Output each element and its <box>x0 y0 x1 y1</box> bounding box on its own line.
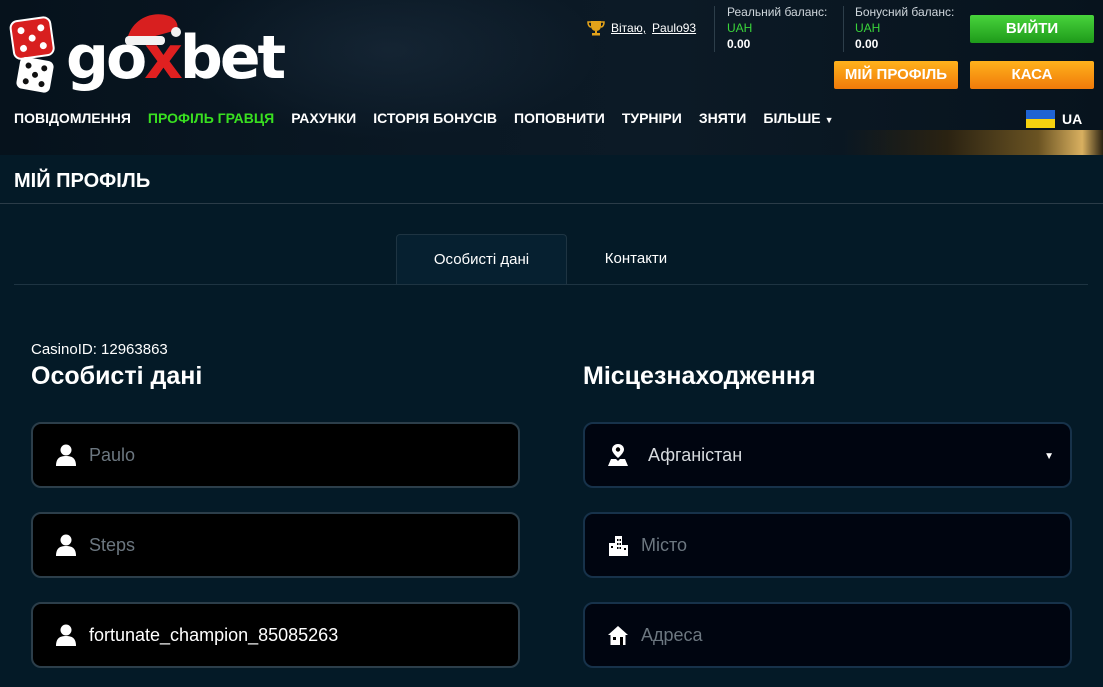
city-field[interactable] <box>583 512 1072 578</box>
dice-icon <box>9 16 55 93</box>
page-title: МІЙ ПРОФІЛЬ <box>14 170 151 192</box>
site-header: goxbet Вітаю, Paulo93 Реальний баланс: U… <box>0 0 1103 155</box>
language-selector[interactable]: UA <box>1026 110 1082 128</box>
trophy-icon[interactable] <box>587 20 605 36</box>
location-title: Місцезнаходження <box>583 362 816 390</box>
last-name-input[interactable] <box>89 528 489 562</box>
nav-item-tournaments[interactable]: ТУРНІРИ <box>622 110 682 126</box>
nav-item-player-profile[interactable]: ПРОФІЛЬ ГРАВЦЯ <box>148 110 274 126</box>
nav-item-accounts[interactable]: РАХУНКИ <box>291 110 356 126</box>
language-code: UA <box>1062 111 1083 127</box>
user-icon <box>56 534 76 556</box>
logout-button[interactable]: ВИЙТИ <box>970 15 1094 43</box>
user-icon <box>56 624 76 646</box>
username-link[interactable]: Paulo93 <box>652 21 696 35</box>
nav-item-deposit[interactable]: ПОПОВНИТИ <box>514 110 605 126</box>
real-balance-label: Реальний баланс: <box>727 5 828 19</box>
first-name-input[interactable] <box>89 438 489 472</box>
nav-item-more[interactable]: БІЛЬШЕ ▼ <box>763 110 833 126</box>
my-profile-button[interactable]: МІЙ ПРОФІЛЬ <box>834 61 958 89</box>
house-icon <box>608 626 628 645</box>
real-balance: Реальний баланс: UAH 0.00 <box>727 4 827 52</box>
santa-hat-icon <box>125 14 181 45</box>
site-logo[interactable]: goxbet <box>8 10 308 95</box>
country-value: Афганістан <box>648 445 743 465</box>
bonus-balance-label: Бонусний баланс: <box>855 5 955 19</box>
greeting-link[interactable]: Вітаю, <box>611 21 646 35</box>
city-buildings-icon <box>609 536 628 556</box>
address-field[interactable] <box>583 602 1072 668</box>
real-balance-value: 0.00 <box>727 37 751 51</box>
map-pin-icon <box>608 444 628 466</box>
address-input[interactable] <box>641 618 1041 652</box>
nickname-input[interactable] <box>89 618 489 652</box>
personal-data-title: Особисті дані <box>31 362 203 390</box>
divider <box>714 6 715 52</box>
nav-item-bonus-history[interactable]: ІСТОРІЯ БОНУСІВ <box>373 110 497 126</box>
header-glow-decoration <box>843 130 1103 155</box>
cashier-button[interactable]: КАСА <box>970 61 1094 89</box>
divider <box>843 6 844 52</box>
nav-item-withdraw[interactable]: ЗНЯТИ <box>699 110 747 126</box>
caret-down-icon: ▼ <box>824 115 834 125</box>
real-balance-currency: UAH <box>727 21 753 35</box>
main-nav: ПОВІДОМЛЕННЯ ПРОФІЛЬ ГРАВЦЯ РАХУНКИ ІСТО… <box>14 110 834 126</box>
casino-id: CasinoID: 12963863 <box>31 341 168 358</box>
tab-contacts[interactable]: Контакти <box>567 234 705 285</box>
tabs-divider <box>14 284 1088 285</box>
first-name-field[interactable] <box>31 422 520 488</box>
last-name-field[interactable] <box>31 512 520 578</box>
bonus-balance-currency: UAH <box>855 21 881 35</box>
bonus-balance-value: 0.00 <box>855 37 879 51</box>
user-greeting: Вітаю, Paulo93 <box>587 20 696 36</box>
tab-personal-data[interactable]: Особисті дані <box>396 234 567 285</box>
nav-item-messages[interactable]: ПОВІДОМЛЕННЯ <box>14 110 131 126</box>
title-divider <box>0 203 1103 204</box>
ukraine-flag-icon <box>1026 110 1055 128</box>
city-input[interactable] <box>641 528 1041 562</box>
nickname-field[interactable] <box>31 602 520 668</box>
dropdown-arrow-icon: ▼ <box>1044 451 1054 462</box>
user-icon <box>56 444 76 466</box>
bonus-balance: Бонусний баланс: UAH 0.00 <box>855 4 954 52</box>
country-select[interactable]: Афганістан ▼ <box>583 422 1072 488</box>
